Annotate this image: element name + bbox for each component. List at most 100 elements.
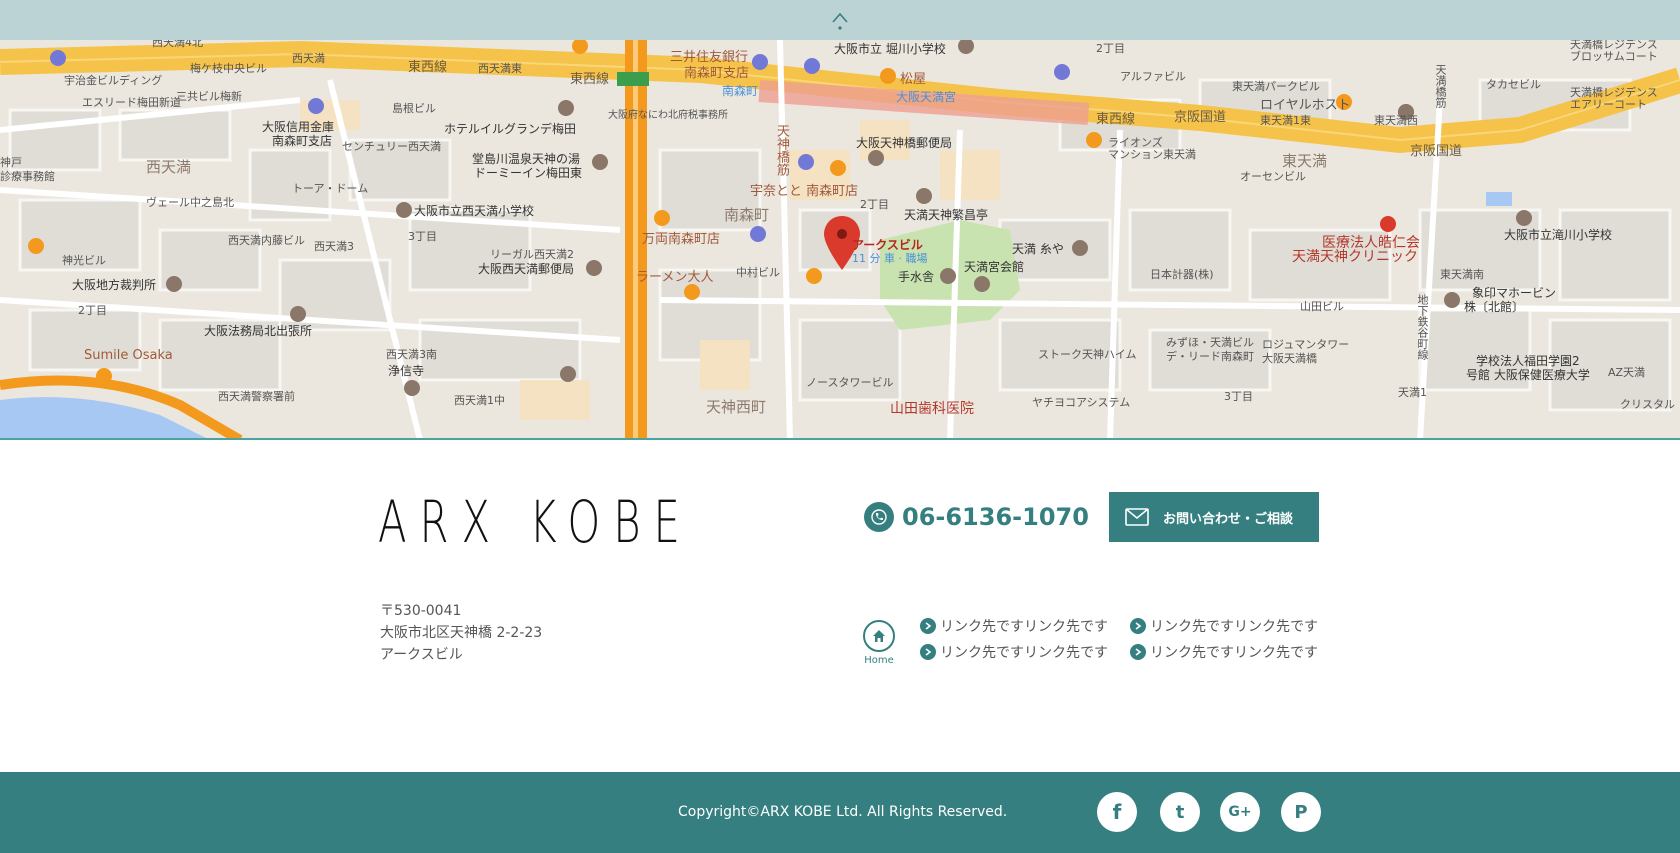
map-label: 西天満3南 [386,348,437,361]
map-label: 中村ビル [736,266,780,279]
map-label: 天満 糸や [1012,242,1064,256]
map-label: Sumile Osaka [84,348,173,363]
footer-link-label: リンク先ですリンク先です [1150,645,1318,661]
map-label: ヤチヨコアシステム [1032,396,1131,409]
map-label: AZ天満 [1608,366,1646,379]
map-label: 西天満3 [314,240,354,253]
brand-logo[interactable]: ARX KOBE [378,492,693,552]
map-label: 南森町 [724,206,770,224]
map-label: 西天満警察署前 [218,390,295,403]
map-label: 地下鉄谷町線 [1416,294,1429,360]
map-label: 南森町支店 [272,134,333,148]
map-label: 島根ビル [392,102,436,115]
map-label: 大阪法務局北出張所 [204,324,313,338]
pinterest-glyph: P [1294,801,1308,823]
map-label: 大阪天神橋郵便局 [856,136,953,150]
map-label: エスリード梅田新道 [82,96,181,109]
facebook-glyph: f [1112,800,1122,824]
map-label: タカセビル [1486,78,1541,91]
google-plus-glyph: G+ [1228,804,1252,820]
map-label: 2丁目 [860,198,889,211]
copyright-text: Copyright©ARX KOBE Ltd. All Rights Reser… [678,804,1008,820]
footer-link[interactable]: リンク先ですリンク先です [1130,642,1320,662]
contact-button-label: お問い合わせ・ご相談 [1163,511,1294,527]
home-link[interactable]: Home [862,620,896,666]
footer-links: リンク先ですリンク先です リンク先ですリンク先です リンク先ですリンク先です リ… [920,616,1320,662]
map-label: 山田ビル [1300,300,1344,313]
map-label: 東天満南 [1440,268,1484,281]
facebook-icon[interactable]: f [1097,792,1137,832]
building-name: アークスビル [380,647,463,663]
map-label: 西天満4北 [152,40,203,49]
chevron-right-icon [920,618,936,634]
map-label: 天満天神クリニック [1292,249,1418,265]
twitter-glyph: t [1175,801,1185,823]
chevron-right-icon [1130,618,1146,634]
home-icon [863,620,895,652]
map-label: 診療事務館 [0,170,55,183]
map-label: 手水舎 [898,270,935,284]
map-label: 京阪国道 [1174,110,1227,125]
map-label: マンション東天満 [1108,148,1196,161]
map-label: 東西線 [570,72,610,87]
map[interactable]: 西天満4北 西天満 東西線 西天満東 東西線 三井住友銀行 南森町支店 大阪市立… [0,40,1680,440]
map-label: 浄信寺 [388,364,425,378]
map-label: ロイヤルホスト [1260,98,1351,113]
map-label: 大阪市立西天満小学校 [414,204,535,218]
map-label: ストーク天神ハイム [1038,348,1137,361]
map-label: 3丁目 [408,230,437,243]
mail-icon [1125,508,1149,526]
map-label: 西天満内藤ビル [228,234,305,247]
map-label: 3丁目 [1224,390,1253,403]
map-label: 東天満1東 [1260,114,1311,127]
chevron-up-icon[interactable] [830,8,850,32]
map-label: センチュリー西天満 [342,140,441,153]
twitter-icon[interactable]: t [1160,792,1200,832]
map-label: 西天満 [292,52,325,65]
map-label: 宇治金ビルディング [64,74,163,87]
footer-link[interactable]: リンク先ですリンク先です [920,642,1130,662]
google-plus-icon[interactable]: G+ [1220,792,1260,832]
postal-code: 〒530-0041 [380,603,462,619]
phone-icon [864,502,894,532]
footer-link[interactable]: リンク先ですリンク先です [920,616,1130,636]
map-label: 東天満パークビル [1232,80,1320,93]
map-label: 2丁目 [1096,42,1125,55]
map-label: 西天満1中 [454,394,505,407]
map-label: 西天満東 [478,62,522,75]
map-label: 大阪市立滝川小学校 [1504,228,1613,242]
footer-link-label: リンク先ですリンク先です [940,645,1108,661]
map-label: 西天満 [146,158,192,176]
map-label: ノースタワービル [806,376,894,389]
map-label: 天神西町 [706,398,767,416]
map-label: 松屋 [900,72,927,87]
map-label: 梅ケ枝中央ビル [190,62,267,75]
map-label: 東西線 [1096,112,1136,127]
pinterest-icon[interactable]: P [1281,792,1321,832]
map-label: 東天満西 [1374,114,1418,127]
map-label: 三共ビル梅新 [176,90,242,103]
contact-button[interactable]: お問い合わせ・ご相談 [1109,492,1319,542]
chevron-right-icon [920,644,936,660]
phone-contact[interactable]: 06-6136-1070 [864,502,1089,532]
map-label: クリスタル [1620,398,1675,411]
map-label: ブロッサムコート [1570,50,1658,63]
map-label: ホテルイルグランデ梅田 [444,122,577,136]
map-label: オーセンビル [1240,170,1306,183]
map-label: トーア・ドーム [292,182,369,195]
footer: Copyright©ARX KOBE Ltd. All Rights Reser… [0,772,1680,853]
map-label: ドーミーイン梅田東 [474,166,583,180]
map-label: 大阪天満橋 [1262,352,1317,365]
top-bar [0,0,1680,40]
map-label: エアリーコート [1570,98,1647,111]
map-label: 南森町支店 [684,66,750,81]
chevron-right-icon [1130,644,1146,660]
street-address: 大阪市北区天神橋 2-2-23 [380,625,543,641]
map-label: 日本計器(株) [1150,268,1214,281]
map-label: 天満橋筋 [1434,64,1447,108]
map-label: 大阪西天満郵便局 [478,262,575,276]
map-label: 大阪地方裁判所 [72,278,157,292]
map-label: デ・リード南森町 [1166,350,1254,363]
address-block: 〒530-0041 大阪市北区天神橋 2-2-23 アークスビル [380,600,542,666]
footer-link[interactable]: リンク先ですリンク先です [1130,616,1320,636]
